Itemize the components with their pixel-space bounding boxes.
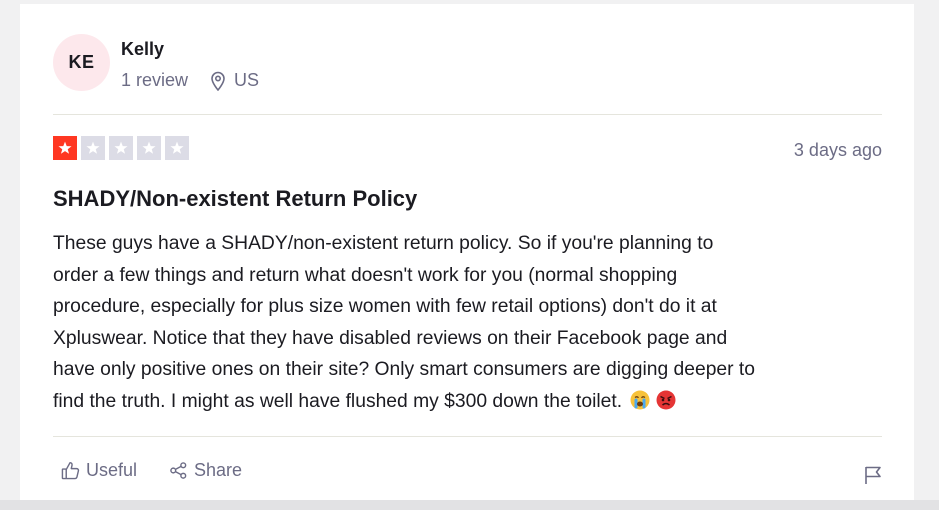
share-button[interactable]: Share bbox=[169, 460, 242, 481]
avatar[interactable]: KE bbox=[53, 34, 110, 91]
review-body-line: find the truth. I might as well have flu… bbox=[53, 390, 623, 412]
review-count: 1 review bbox=[121, 70, 189, 90]
star-rating bbox=[53, 136, 193, 160]
avatar-initials: KE bbox=[68, 52, 95, 72]
divider bbox=[53, 436, 882, 437]
divider bbox=[53, 114, 882, 115]
review-body-line: Xpluswear. Notice that they have disable… bbox=[53, 327, 728, 349]
review-card: KE Kelly 1 review US 3 days ago SHADY/No… bbox=[20, 4, 914, 500]
reviewer-location: US bbox=[234, 70, 260, 90]
location-pin-icon bbox=[210, 71, 226, 91]
share-label: Share bbox=[194, 460, 243, 480]
flag-icon bbox=[864, 465, 882, 490]
star-empty-icon bbox=[81, 136, 105, 160]
review-body-line: procedure, especially for plus size wome… bbox=[53, 296, 717, 317]
useful-button[interactable]: Useful bbox=[61, 460, 137, 481]
reviewer-name[interactable]: Kelly bbox=[121, 39, 164, 60]
report-button[interactable] bbox=[864, 465, 882, 490]
review-body-line: have only positive ones on their site? O… bbox=[53, 359, 756, 380]
review-actions: Useful Share bbox=[61, 460, 242, 481]
reviewer-meta: 1 review US bbox=[121, 70, 259, 91]
review-title[interactable]: SHADY/Non-existent Return Policy bbox=[53, 186, 417, 212]
thumbs-up-icon bbox=[61, 461, 80, 480]
review-body-line: These guys have a SHADY/non-existent ret… bbox=[53, 233, 714, 254]
star-filled-icon bbox=[53, 136, 77, 160]
page-bottom-strip bbox=[0, 500, 939, 510]
useful-label: Useful bbox=[86, 460, 138, 480]
angry-face-icon bbox=[656, 389, 676, 409]
star-empty-icon bbox=[109, 136, 133, 160]
crying-face-icon bbox=[630, 389, 650, 409]
review-body: These guys have a SHADY/non-existent ret… bbox=[53, 228, 888, 417]
star-empty-icon bbox=[165, 136, 189, 160]
review-body-line-last: find the truth. I might as well have flu… bbox=[53, 386, 888, 418]
review-body-line: order a few things and return what doesn… bbox=[53, 264, 678, 286]
star-empty-icon bbox=[137, 136, 161, 160]
share-icon bbox=[169, 461, 188, 480]
review-date: 3 days ago bbox=[793, 140, 882, 160]
